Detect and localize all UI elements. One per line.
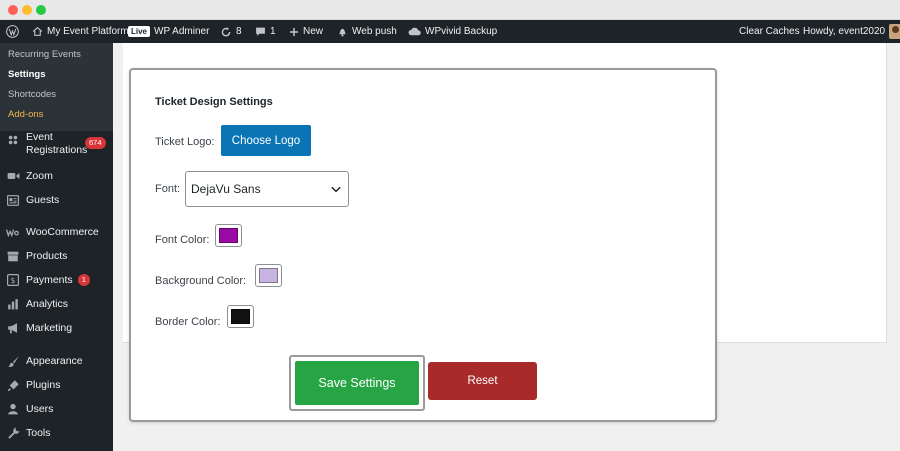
backup-label: WPvivid Backup	[425, 26, 498, 37]
site-label: WP Adminer	[154, 26, 210, 37]
live-badge: Live	[128, 26, 151, 37]
account-menu[interactable]: Howdy, event2020	[803, 20, 900, 43]
submenu-recurring-events[interactable]: Recurring Events	[0, 45, 113, 65]
font-color-swatch	[219, 228, 238, 243]
sidebar-item-label: Plugins	[26, 379, 61, 391]
backup-link[interactable]: WPvivid Backup	[408, 20, 497, 43]
submenu-add-ons[interactable]: Add-ons	[0, 105, 113, 125]
plugin-icon	[6, 378, 20, 392]
updates-count: 8	[236, 26, 242, 37]
border-color-picker[interactable]	[227, 305, 254, 328]
avatar	[889, 24, 900, 39]
sidebar-item-label: Appearance	[26, 355, 83, 367]
sidebar-item-label: Zoom	[26, 170, 53, 182]
howdy-label: Howdy, event2020	[803, 26, 886, 37]
cloud-icon	[408, 26, 421, 37]
background-color-label: Background Color:	[155, 275, 247, 287]
font-select-value: DejaVu Sans	[191, 182, 261, 196]
sidebar-item-marketing[interactable]: Marketing	[0, 320, 113, 336]
background-color-picker[interactable]	[255, 264, 282, 287]
sidebar-item-label: Guests	[26, 194, 60, 206]
wordpress-logo-icon[interactable]	[6, 20, 19, 43]
comments-link[interactable]: 1	[255, 20, 276, 43]
site-label-link[interactable]: Live WP Adminer	[128, 20, 209, 43]
sidebar-item-tools[interactable]: Tools	[0, 425, 113, 441]
events-submenu: Recurring Events Settings Shortcodes Add…	[0, 43, 113, 131]
new-label: New	[303, 26, 324, 37]
sidebar-item-appearance[interactable]: Appearance	[0, 353, 113, 369]
ticket-design-dialog: Ticket Design Settings Ticket Logo: Choo…	[129, 68, 717, 422]
archive-icon	[6, 249, 20, 263]
site-name: My Event Platform	[47, 26, 129, 37]
font-color-label: Font Color:	[155, 234, 210, 246]
comment-icon	[255, 26, 266, 37]
bell-icon	[337, 26, 348, 37]
minimize-window-button[interactable]	[22, 5, 32, 15]
sidebar-item-label: Products	[26, 250, 68, 262]
user-icon	[6, 402, 20, 416]
submenu-settings[interactable]: Settings	[0, 65, 113, 85]
chevron-down-icon	[330, 183, 342, 198]
admin-sidebar: Recurring Events Settings Shortcodes Add…	[0, 43, 113, 451]
dollar-icon: $	[6, 273, 20, 287]
brush-icon	[6, 354, 20, 368]
reset-button[interactable]: Reset	[428, 362, 537, 400]
new-content-link[interactable]: New	[289, 20, 323, 43]
id-card-icon	[6, 193, 20, 207]
border-color-label: Border Color:	[155, 316, 221, 328]
save-settings-button[interactable]: Save Settings	[295, 361, 419, 405]
font-color-picker[interactable]	[215, 224, 242, 247]
video-icon	[6, 169, 20, 183]
clear-caches-link[interactable]: Clear Caches	[739, 20, 800, 43]
window-titlebar	[0, 0, 900, 20]
dialog-title: Ticket Design Settings	[155, 96, 273, 108]
save-button-focus-ring: Save Settings	[289, 355, 425, 411]
sidebar-item-label: Marketing	[26, 322, 73, 334]
sidebar-item-event-registrations[interactable]: Event Registrations 674	[0, 131, 113, 161]
sidebar-item-label: Users	[26, 403, 54, 415]
payments-count-badge: 1	[77, 274, 90, 286]
background-color-swatch	[259, 268, 278, 283]
font-label: Font:	[155, 183, 181, 195]
plus-icon	[289, 27, 299, 37]
refresh-icon	[220, 26, 232, 38]
sidebar-item-payments[interactable]: $ Payments 1	[0, 272, 113, 288]
sidebar-item-label: WooCommerce	[26, 226, 99, 238]
sidebar-item-products[interactable]: Products	[0, 248, 113, 264]
bar-chart-icon	[6, 297, 20, 311]
close-window-button[interactable]	[8, 5, 18, 15]
sidebar-item-label: Analytics	[26, 298, 69, 310]
font-select[interactable]: DejaVu Sans	[185, 171, 349, 207]
web-push-link[interactable]: Web push	[337, 20, 397, 43]
submenu-shortcodes[interactable]: Shortcodes	[0, 85, 113, 105]
clear-caches-label: Clear Caches	[739, 26, 800, 37]
sidebar-item-guests[interactable]: Guests	[0, 192, 113, 208]
web-push-label: Web push	[352, 26, 397, 37]
registrations-count-badge: 674	[85, 137, 106, 149]
woo-icon	[6, 225, 20, 239]
sidebar-item-label: Tools	[26, 427, 51, 439]
sidebar-item-woocommerce[interactable]: WooCommerce	[0, 224, 113, 240]
sidebar-item-label: Event Registrations	[26, 131, 88, 156]
sidebar-item-plugins[interactable]: Plugins	[0, 377, 113, 393]
sidebar-item-users[interactable]: Users	[0, 401, 113, 417]
home-icon	[32, 26, 43, 37]
calendar-icon	[6, 133, 20, 147]
svg-text:$: $	[11, 276, 16, 285]
updates-link[interactable]: 8	[220, 20, 242, 43]
border-color-swatch	[231, 309, 250, 324]
comments-count: 1	[270, 26, 276, 37]
site-name-link[interactable]: My Event Platform	[32, 20, 129, 43]
maximize-window-button[interactable]	[36, 5, 46, 15]
sidebar-item-label: Payments	[26, 274, 73, 286]
sidebar-item-analytics[interactable]: Analytics	[0, 296, 113, 312]
ticket-logo-label: Ticket Logo:	[155, 136, 215, 148]
sidebar-item-zoom[interactable]: Zoom	[0, 168, 113, 184]
choose-logo-button[interactable]: Choose Logo	[221, 125, 311, 156]
wrench-icon	[6, 426, 20, 440]
admin-bar: My Event Platform Live WP Adminer 8 1 Ne…	[0, 20, 900, 43]
megaphone-icon	[6, 321, 20, 335]
